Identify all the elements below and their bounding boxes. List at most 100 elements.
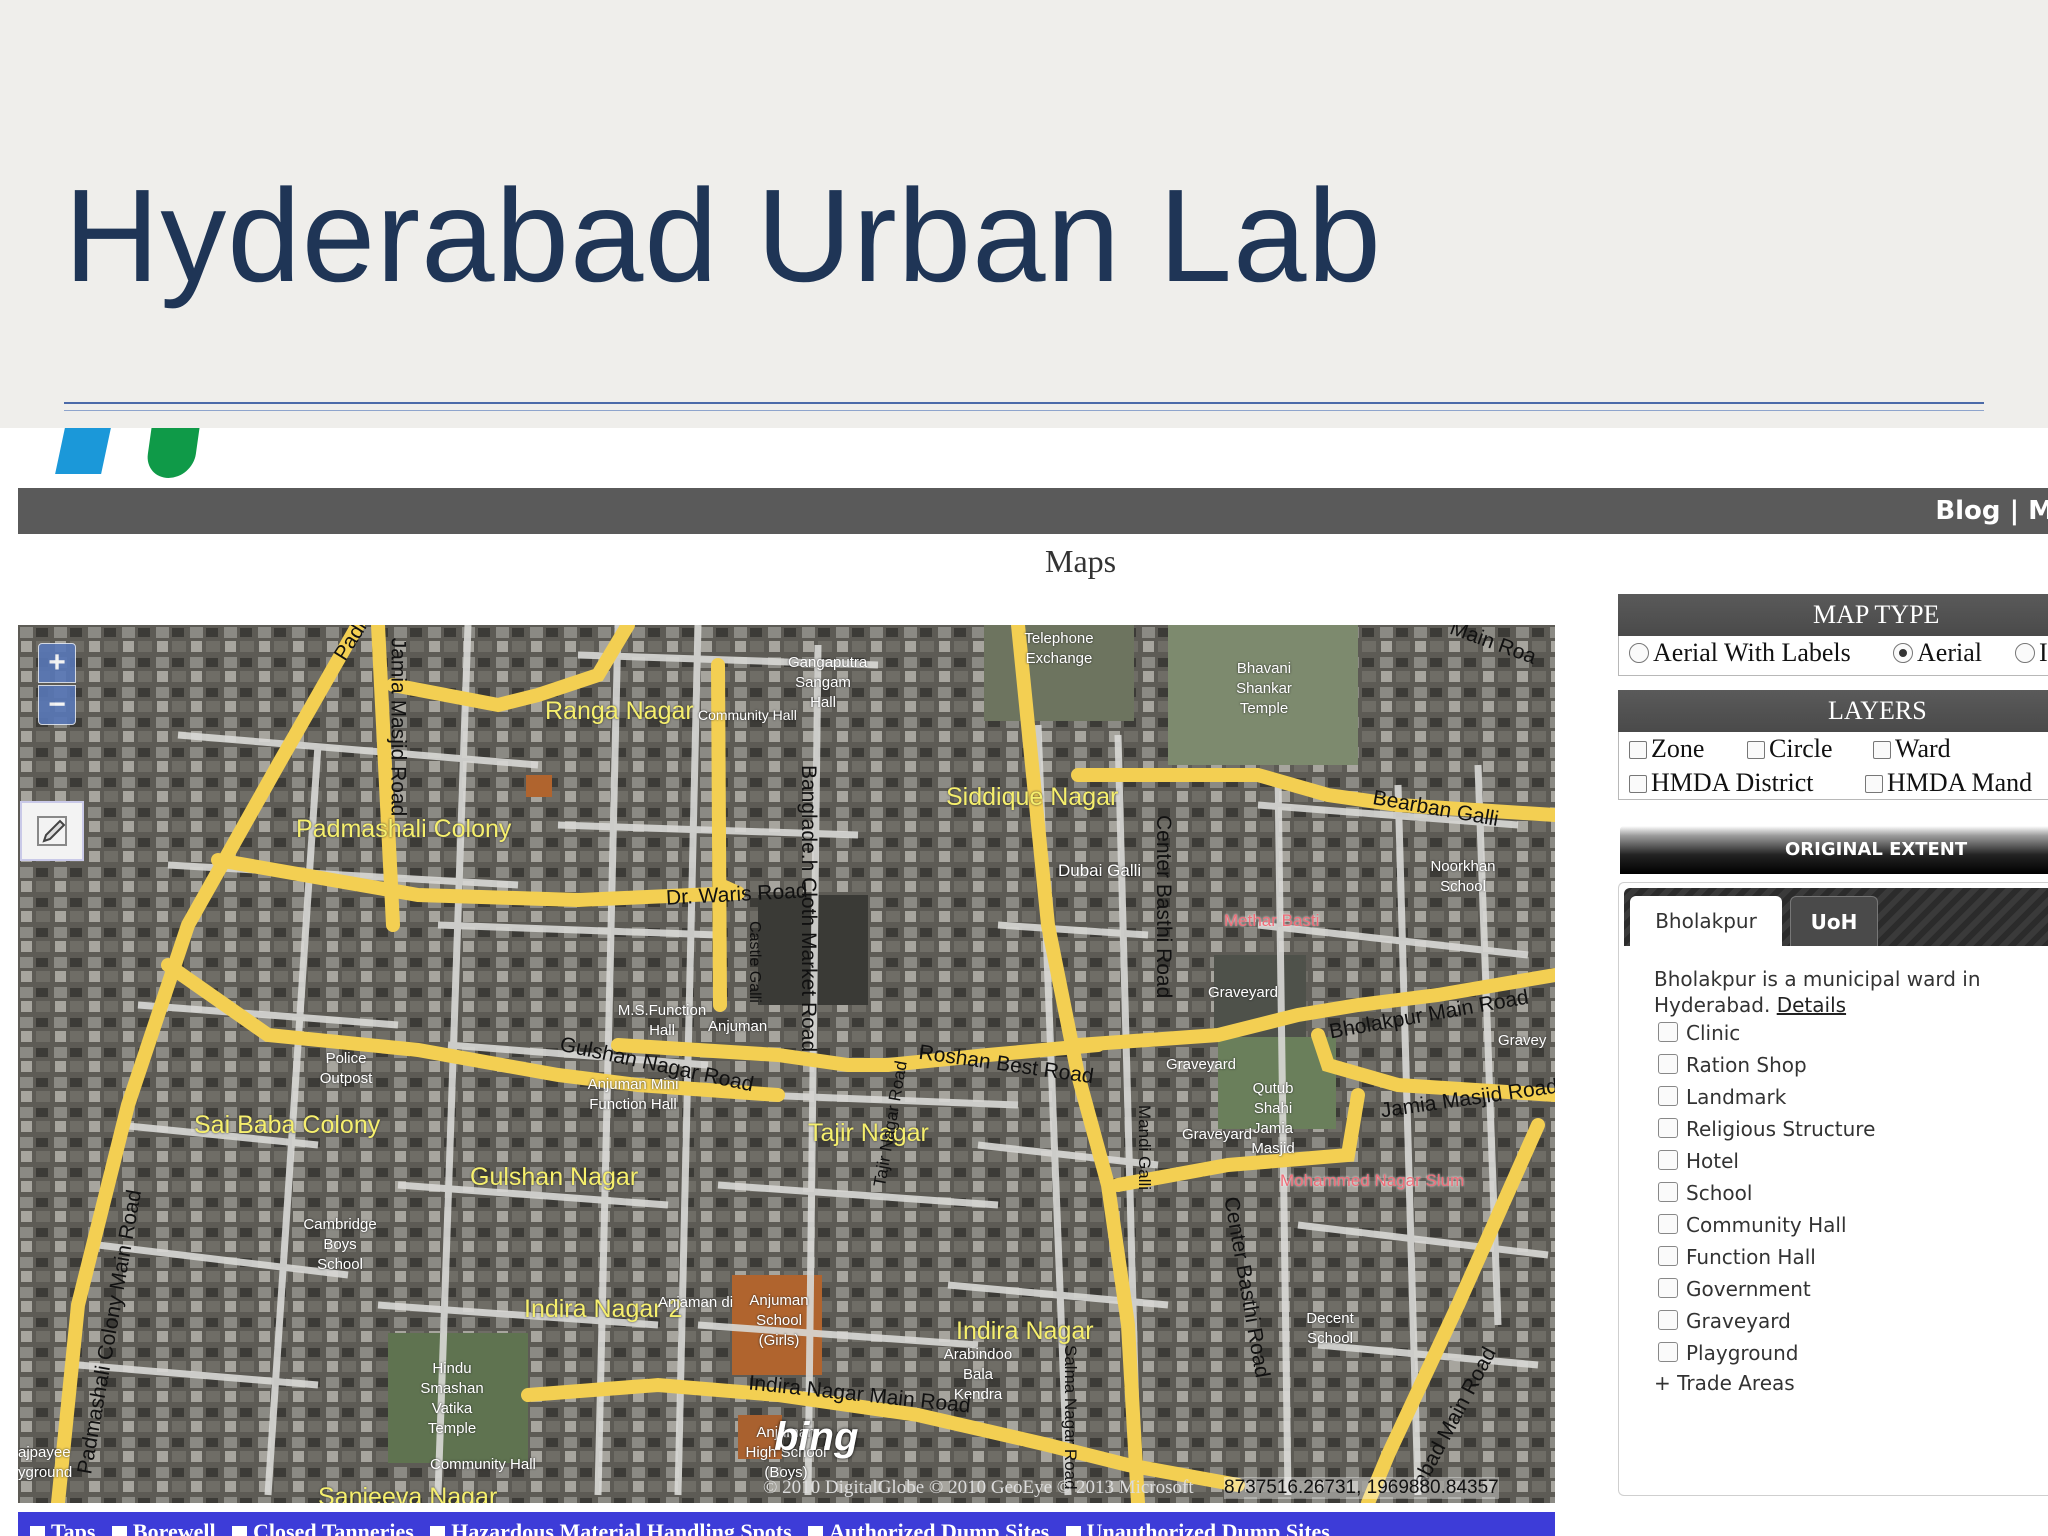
map-type-aerial[interactable]: Aerial [1893,638,1982,668]
radio-button[interactable] [2015,643,2035,663]
legend-checkbox[interactable] [30,1526,45,1536]
map-label: Graveyard [1182,1126,1253,1143]
amenity-ration-shop[interactable]: Ration Shop [1658,1052,1807,1078]
map-label: Center Basthi Road [1152,815,1175,999]
layer-hmda-district[interactable]: HMDA District [1629,768,1814,798]
map-label: Anjuman Mini Function Hall [587,1076,679,1113]
checkbox[interactable] [1873,741,1891,759]
map-label: Salma Nagar Road [1061,1345,1080,1490]
legend-item-closed-tanneries[interactable]: Closed Tanneries [232,1512,414,1536]
map-label: Noorkhan School [1430,858,1496,895]
checkbox[interactable] [1658,1118,1678,1138]
aerial-imagery [18,625,1555,1503]
amenity-clinic[interactable]: Clinic [1658,1020,1740,1046]
amenity-government[interactable]: Government [1658,1276,1811,1302]
edit-tool-button[interactable] [20,801,84,861]
amenity-hotel[interactable]: Hotel [1658,1148,1739,1174]
checkbox[interactable] [1658,1310,1678,1330]
zoom-in-button[interactable]: + [38,643,76,683]
top-nav-bar: Blog | M [18,488,2048,534]
amenity-community-hall[interactable]: Community Hall [1658,1212,1847,1238]
map-label: Anjuman School (Girls) [749,1292,809,1349]
map-type-third[interactable]: I [2015,638,2048,668]
checkbox[interactable] [1747,741,1765,759]
map-label: ajpayee yground [18,1444,73,1481]
legend-item-borewell[interactable]: Borewell [111,1512,216,1536]
trade-areas-toggle[interactable]: + Trade Areas [1654,1370,1795,1396]
checkbox[interactable] [1658,1022,1678,1042]
legend-item-hazardous[interactable]: Hazardous Material Handling Spots [430,1512,792,1536]
layers-header: LAYERS [1618,690,2048,732]
checkbox[interactable] [1629,741,1647,759]
radio-button[interactable] [1629,643,1649,663]
map-label: Sai Baba Colony [194,1111,381,1139]
pencil-icon [37,816,67,846]
legend-checkbox[interactable] [111,1526,127,1536]
checkbox[interactable] [1658,1054,1678,1074]
checkbox[interactable] [1658,1278,1678,1298]
legend-checkbox[interactable] [430,1526,446,1536]
checkbox[interactable] [1865,775,1883,793]
amenity-graveyard[interactable]: Graveyard [1658,1308,1791,1334]
legend-strip: Taps Borewell Closed Tanneries Hazardous… [18,1512,1555,1536]
checkbox[interactable] [1658,1150,1678,1170]
map-label: Tajir Nagar [808,1119,929,1147]
zoom-out-button[interactable]: − [38,685,76,725]
map-label: Gangaputra Sangam Hall [788,654,868,711]
checkbox[interactable] [1658,1086,1678,1106]
map-label: Anjaman di [658,1294,734,1311]
bing-logo: bing [774,1415,859,1459]
ward-description: Bholakpur is a municipal ward in Hyderab… [1654,967,1981,1017]
layer-ward[interactable]: Ward [1873,734,1951,764]
checkbox[interactable] [1658,1246,1678,1266]
amenity-religious-structure[interactable]: Religious Structure [1658,1116,1875,1142]
layer-circle[interactable]: Circle [1747,734,1833,764]
map-type-header: MAP TYPE [1618,594,2048,636]
legend-item-taps[interactable]: Taps [30,1512,95,1536]
checkbox[interactable] [1658,1342,1678,1362]
slide-header: Hyderabad Urban Lab [0,0,2048,428]
legend-item-unauthorized-dump[interactable]: Unauthorized Dump Sites [1065,1512,1330,1536]
slide-title: Hyderabad Urban Lab [64,162,1382,309]
checkbox[interactable] [1658,1182,1678,1202]
radio-button-selected[interactable] [1893,643,1913,663]
site-logo-green-shape [144,428,200,478]
amenity-function-hall[interactable]: Function Hall [1658,1244,1816,1270]
legend-checkbox[interactable] [1065,1526,1081,1536]
legend-item-authorized-dump[interactable]: Authorized Dump Sites [808,1512,1049,1536]
amenity-landmark[interactable]: Landmark [1658,1084,1786,1110]
map-label: Banglade.h Cloth Market Road [797,765,820,1053]
map-label: Ranga Nagar [545,697,694,725]
legend-checkbox[interactable] [808,1526,824,1536]
layer-hmda-mandal[interactable]: HMDA Mand [1865,768,2032,798]
title-rule [64,402,1984,404]
map-label: Indira Nagar [956,1317,1094,1345]
map-label: Qutub Shahi Jamia Masjid [1251,1080,1295,1157]
checkbox[interactable] [1658,1214,1678,1234]
nav-links[interactable]: Blog | M [1935,496,2048,526]
map-type-aerial-with-labels[interactable]: Aerial With Labels [1629,638,1851,668]
tab-bholakpur[interactable]: Bholakpur [1630,896,1782,946]
map-label: Padmashali Colony [296,815,512,843]
map-label: Decent School [1306,1310,1354,1347]
map-label: Mandi Galli [1135,1105,1154,1191]
layer-zone[interactable]: Zone [1629,734,1704,764]
ward-tab-bar: Bholakpur UoH [1624,888,2048,946]
map-canvas[interactable]: + − Padi Jamia Masjid Road Ranga Nagar C… [18,625,1555,1503]
map-copyright: © 2010 DigitalGlobe © 2010 GeoEye © 2013… [763,1477,1194,1498]
map-label: Sanjeeva Nagar [318,1483,498,1503]
details-link[interactable]: Details [1777,993,1846,1017]
tab-uoh[interactable]: UoH [1790,896,1878,946]
map-label: Mohammed Nagar Slum [1280,1171,1465,1190]
map-label: Telephone Exchange [1024,630,1094,667]
original-extent-button[interactable]: ORIGINAL EXTENT [1620,826,2048,874]
amenity-playground[interactable]: Playground [1658,1340,1798,1366]
legend-checkbox[interactable] [232,1526,248,1536]
map-type-options: Aerial With Labels Aerial I [1618,636,2048,676]
map-label: Bhavani Shankar Temple [1236,660,1292,717]
amenity-school[interactable]: School [1658,1180,1752,1206]
map-label: Community Hall [430,1456,536,1473]
map-label: Dubai Galli [1058,861,1142,880]
checkbox[interactable] [1629,775,1647,793]
map-label: Castle Galli [746,921,763,1003]
